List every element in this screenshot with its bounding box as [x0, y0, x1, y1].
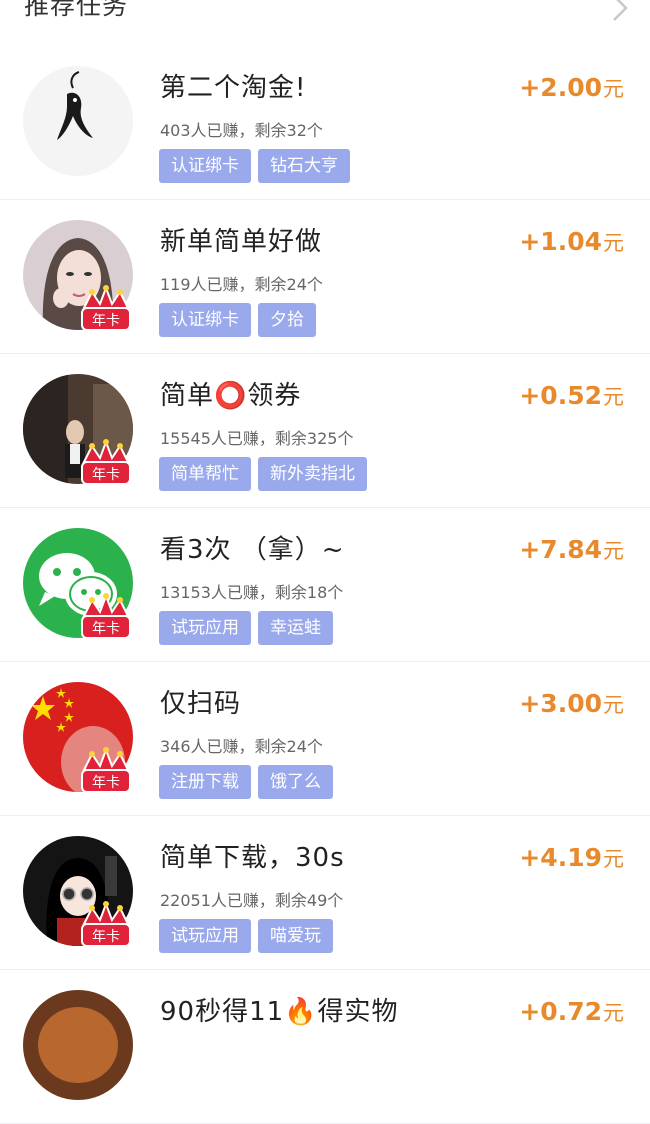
section-header[interactable]: 推荐任务 [0, 0, 650, 45]
avatar [23, 990, 133, 1100]
task-item[interactable]: 年卡 简单⭕领券 15545人已赚，剩余325个 简单帮忙 新外卖指北 +0.5… [0, 353, 650, 508]
task-title: 第二个淘金! [160, 73, 307, 103]
tag-publisher: 幸运蛙 [258, 611, 333, 645]
section-title: 推荐任务 [24, 0, 129, 20]
task-tags: 简单帮忙 新外卖指北 [159, 457, 367, 491]
task-tags: 注册下载 饿了么 [159, 765, 333, 799]
tag-category: 试玩应用 [159, 611, 251, 645]
tag-publisher: 饿了么 [258, 765, 333, 799]
task-item[interactable]: 年卡 新单简单好做 119人已赚，剩余24个 认证绑卡 夕拾 +1.04元 [0, 199, 650, 354]
badge-label: 年卡 [92, 313, 120, 329]
reward-amount: +4.19元 [519, 843, 624, 872]
task-item[interactable]: 年卡 仅扫码 346人已赚，剩余24个 注册下载 饿了么 +3.00元 [0, 661, 650, 816]
chevron-right-icon[interactable] [608, 0, 632, 22]
badge-label: 年卡 [92, 621, 120, 637]
task-meta: 15545人已赚，剩余325个 [160, 429, 354, 448]
task-tags: 试玩应用 幸运蛙 [159, 611, 333, 645]
task-tags: 认证绑卡 钻石大亨 [159, 149, 350, 183]
tag-category: 认证绑卡 [159, 303, 251, 337]
badge-label: 年卡 [92, 929, 120, 945]
tag-category: 注册下载 [159, 765, 251, 799]
task-meta: 22051人已赚，剩余49个 [160, 891, 344, 910]
task-item[interactable]: 第二个淘金! 403人已赚，剩余32个 认证绑卡 钻石大亨 +2.00元 [0, 45, 650, 200]
badge-label: 年卡 [92, 467, 120, 483]
reward-amount: +1.04元 [519, 227, 624, 256]
task-meta: 119人已赚，剩余24个 [160, 275, 323, 294]
task-item[interactable]: 年卡 简单下载，30s 22051人已赚，剩余49个 试玩应用 喵爱玩 +4.1… [0, 815, 650, 970]
task-meta: 346人已赚，剩余24个 [160, 737, 323, 756]
crown-icon: 年卡 [78, 438, 134, 490]
tag-publisher: 新外卖指北 [258, 457, 367, 491]
tag-publisher: 钻石大亨 [258, 149, 350, 183]
tag-category: 简单帮忙 [159, 457, 251, 491]
avatar [23, 66, 133, 176]
tag-publisher: 夕拾 [258, 303, 316, 337]
task-item[interactable]: 90秒得11🔥得实物 +0.72元 [0, 969, 650, 1124]
task-meta: 403人已赚，剩余32个 [160, 121, 323, 140]
task-title: 简单⭕领券 [160, 381, 302, 411]
task-title: 90秒得11🔥得实物 [160, 997, 399, 1027]
reward-amount: +3.00元 [519, 689, 624, 718]
task-title: 简单下载，30s [160, 843, 345, 873]
task-title: 仅扫码 [160, 689, 242, 719]
badge-label: 年卡 [92, 775, 120, 791]
reward-amount: +0.72元 [519, 997, 624, 1026]
crown-icon: 年卡 [78, 900, 134, 952]
task-meta: 13153人已赚，剩余18个 [160, 583, 344, 602]
task-title: 看3次 （拿）~ [160, 535, 345, 565]
crown-icon: 年卡 [78, 746, 134, 798]
crown-icon: 年卡 [78, 592, 134, 644]
tag-category: 认证绑卡 [159, 149, 251, 183]
task-title: 新单简单好做 [160, 227, 323, 257]
reward-amount: +0.52元 [519, 381, 624, 410]
reward-amount: +7.84元 [519, 535, 624, 564]
task-tags: 认证绑卡 夕拾 [159, 303, 316, 337]
tag-publisher: 喵爱玩 [258, 919, 333, 953]
crown-icon: 年卡 [78, 284, 134, 336]
tag-category: 试玩应用 [159, 919, 251, 953]
task-tags: 试玩应用 喵爱玩 [159, 919, 333, 953]
task-item[interactable]: 年卡 看3次 （拿）~ 13153人已赚，剩余18个 试玩应用 幸运蛙 +7.8… [0, 507, 650, 662]
reward-amount: +2.00元 [519, 73, 624, 102]
